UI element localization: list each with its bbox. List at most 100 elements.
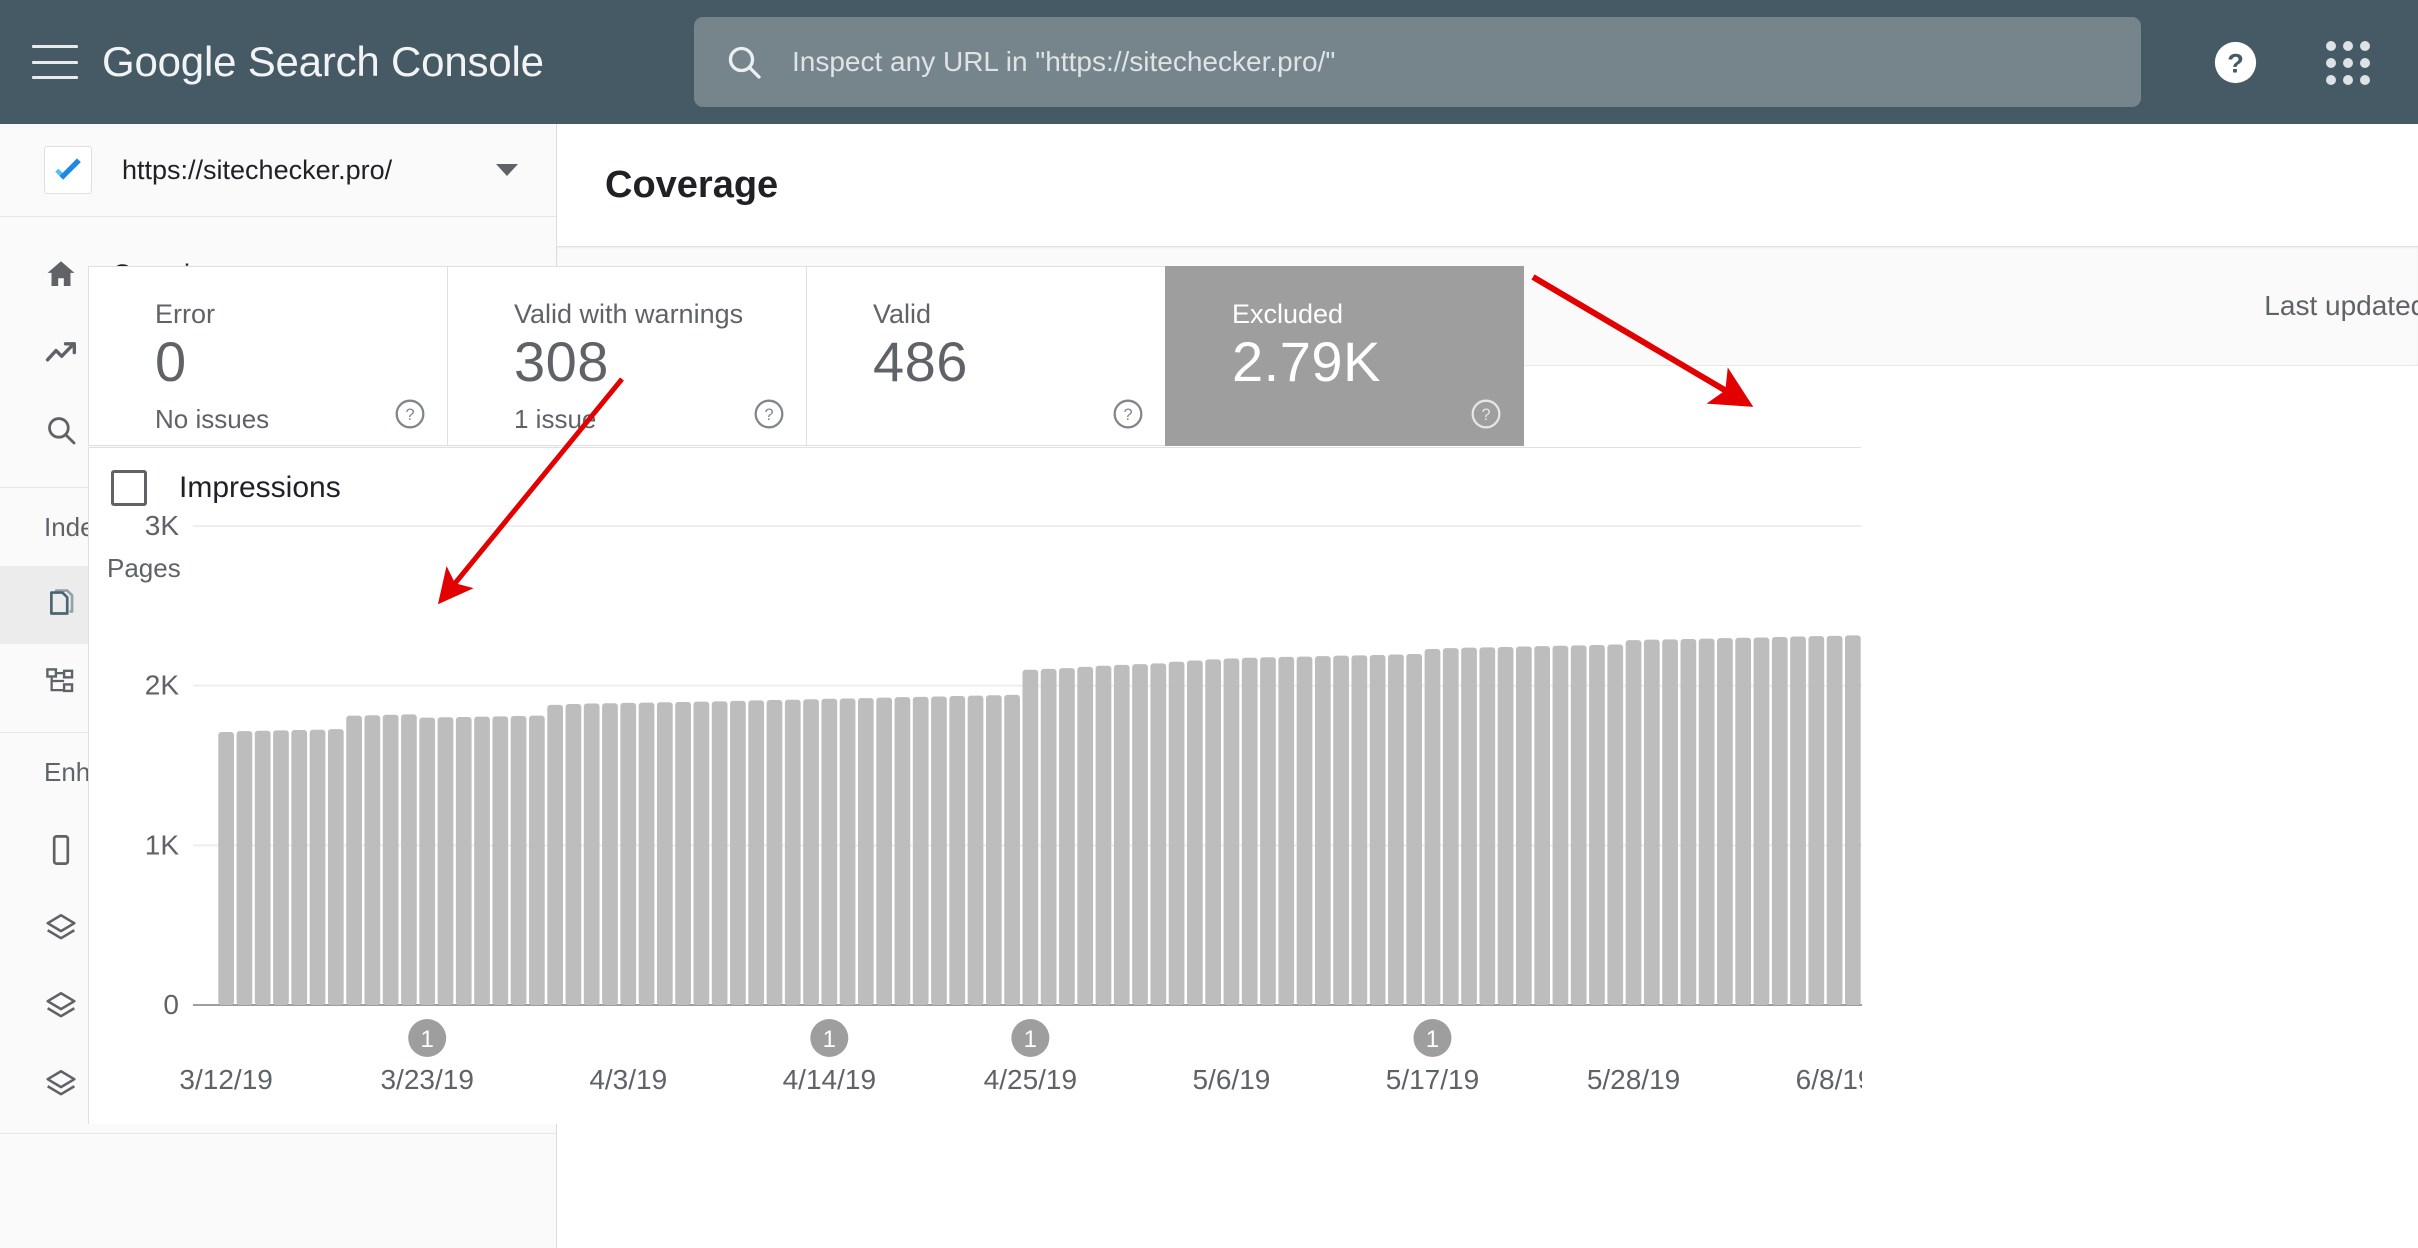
url-inspection-search[interactable]: Inspect any URL in "https://sitechecker.… bbox=[694, 17, 2141, 107]
status-card-error[interactable]: Error 0 No issues ? bbox=[88, 266, 447, 446]
chart-bar[interactable] bbox=[1808, 636, 1824, 1005]
chart-bar[interactable] bbox=[1681, 639, 1697, 1005]
chart-bar[interactable] bbox=[931, 697, 947, 1005]
chart-bar[interactable] bbox=[1278, 657, 1294, 1005]
help-circle-outline-icon[interactable]: ? bbox=[1111, 397, 1145, 431]
chart-bar[interactable] bbox=[986, 695, 1002, 1005]
help-circle-outline-icon[interactable]: ? bbox=[393, 397, 427, 431]
chart-bar[interactable] bbox=[730, 701, 746, 1005]
chart-bar[interactable] bbox=[1461, 648, 1477, 1005]
chart-bar[interactable] bbox=[1717, 638, 1733, 1005]
chart-bar[interactable] bbox=[1004, 695, 1020, 1005]
chart-bar[interactable] bbox=[383, 715, 399, 1005]
chart-bar[interactable] bbox=[803, 699, 819, 1005]
chart-bar[interactable] bbox=[328, 729, 344, 1005]
chart-bar[interactable] bbox=[913, 697, 929, 1005]
chart-bar[interactable] bbox=[1827, 636, 1843, 1005]
chart-bar[interactable] bbox=[694, 702, 710, 1005]
chart-bar[interactable] bbox=[620, 703, 636, 1005]
chart-annotation-badge[interactable]: 1 bbox=[408, 1019, 446, 1057]
chart-bar[interactable] bbox=[511, 716, 527, 1005]
chart-bar[interactable] bbox=[1096, 666, 1112, 1005]
chart-bar[interactable] bbox=[547, 705, 563, 1005]
chart-bar[interactable] bbox=[639, 703, 655, 1005]
chart-bar[interactable] bbox=[895, 697, 911, 1005]
chart-bar[interactable] bbox=[1662, 639, 1678, 1005]
chart-bar[interactable] bbox=[346, 716, 362, 1005]
chart-bar[interactable] bbox=[1845, 635, 1861, 1005]
chart-bar[interactable] bbox=[1224, 659, 1240, 1005]
chart-bar[interactable] bbox=[785, 700, 801, 1005]
chart-bar[interactable] bbox=[602, 703, 618, 1005]
chart-bar[interactable] bbox=[657, 702, 673, 1005]
chart-bar[interactable] bbox=[1553, 646, 1569, 1005]
chart-bar[interactable] bbox=[1352, 655, 1368, 1005]
property-selector[interactable]: https://sitechecker.pro/ bbox=[0, 124, 556, 217]
chart-bar[interactable] bbox=[1187, 660, 1203, 1005]
chart-bar[interactable] bbox=[1735, 638, 1751, 1005]
chart-bar[interactable] bbox=[767, 700, 783, 1005]
chart-bar[interactable] bbox=[1077, 667, 1093, 1005]
chart-bar[interactable] bbox=[748, 700, 764, 1005]
chart-bar[interactable] bbox=[1644, 640, 1660, 1005]
chart-bar[interactable] bbox=[456, 717, 472, 1005]
chart-annotation-badge[interactable]: 1 bbox=[1011, 1019, 1049, 1057]
chart-bar[interactable] bbox=[1699, 639, 1715, 1005]
chart-bar[interactable] bbox=[401, 714, 417, 1005]
status-card-valid[interactable]: Valid 486 ? bbox=[806, 266, 1165, 446]
chart-bar[interactable] bbox=[1205, 659, 1221, 1005]
chart-bar[interactable] bbox=[840, 698, 856, 1005]
chart-bar[interactable] bbox=[1315, 656, 1331, 1005]
chart-bar[interactable] bbox=[1534, 646, 1550, 1005]
chart-bar[interactable] bbox=[1169, 662, 1185, 1005]
chart-bar[interactable] bbox=[310, 730, 326, 1005]
chart-bar[interactable] bbox=[273, 730, 289, 1005]
chart-bar[interactable] bbox=[1790, 636, 1806, 1005]
chart-bar[interactable] bbox=[1059, 668, 1075, 1005]
hamburger-menu-icon[interactable] bbox=[32, 45, 78, 79]
chart-bar[interactable] bbox=[566, 704, 582, 1005]
help-circle-outline-icon[interactable]: ? bbox=[752, 397, 786, 431]
chart-bar[interactable] bbox=[968, 696, 984, 1005]
chart-bar[interactable] bbox=[712, 701, 728, 1005]
chart-bar[interactable] bbox=[1626, 640, 1642, 1005]
chart-bar[interactable] bbox=[1132, 664, 1148, 1005]
chart-bar[interactable] bbox=[365, 715, 381, 1005]
chart-bar[interactable] bbox=[675, 702, 691, 1005]
chart-bar[interactable] bbox=[474, 717, 490, 1005]
chart-bar[interactable] bbox=[1023, 670, 1039, 1005]
chart-bar[interactable] bbox=[1333, 656, 1349, 1005]
chart-bar[interactable] bbox=[1150, 663, 1166, 1005]
chart-bar[interactable] bbox=[1571, 645, 1587, 1005]
apps-grid-icon[interactable] bbox=[2326, 41, 2370, 85]
chart-bar[interactable] bbox=[949, 696, 965, 1005]
chart-bar[interactable] bbox=[1297, 657, 1313, 1005]
chart-bar[interactable] bbox=[1041, 669, 1057, 1005]
chart-bar[interactable] bbox=[492, 716, 508, 1005]
chart-bar[interactable] bbox=[1498, 647, 1514, 1005]
chart-bar[interactable] bbox=[1443, 648, 1459, 1005]
chart-bar[interactable] bbox=[584, 704, 600, 1005]
chart-bar[interactable] bbox=[1114, 665, 1130, 1005]
chart-bar[interactable] bbox=[529, 716, 545, 1005]
chart-bar[interactable] bbox=[1260, 657, 1276, 1005]
chart-bar[interactable] bbox=[1425, 649, 1441, 1005]
chart-bar[interactable] bbox=[291, 730, 307, 1005]
chart-bar[interactable] bbox=[1516, 647, 1532, 1005]
chart-bar[interactable] bbox=[1479, 647, 1495, 1005]
status-card-excluded[interactable]: Excluded 2.79K ? bbox=[1165, 266, 1524, 446]
status-card-valid-with-warnings[interactable]: Valid with warnings 308 1 issue ? bbox=[447, 266, 806, 446]
chart-bar[interactable] bbox=[1242, 658, 1258, 1005]
chart-bar[interactable] bbox=[1754, 637, 1770, 1005]
chart-bar[interactable] bbox=[237, 731, 253, 1005]
chart-bar[interactable] bbox=[876, 698, 892, 1005]
chart-bar[interactable] bbox=[821, 699, 837, 1005]
chart-bar[interactable] bbox=[1589, 645, 1605, 1005]
chart-annotation-badge[interactable]: 1 bbox=[810, 1019, 848, 1057]
chart-bar[interactable] bbox=[858, 698, 874, 1005]
chart-annotation-badge[interactable]: 1 bbox=[1413, 1019, 1451, 1057]
help-circle-icon[interactable]: ? bbox=[2213, 40, 2258, 85]
chart-bar[interactable] bbox=[1388, 655, 1404, 1005]
chart-bar[interactable] bbox=[1406, 654, 1422, 1005]
search-input[interactable]: Inspect any URL in "https://sitechecker.… bbox=[792, 46, 1335, 78]
